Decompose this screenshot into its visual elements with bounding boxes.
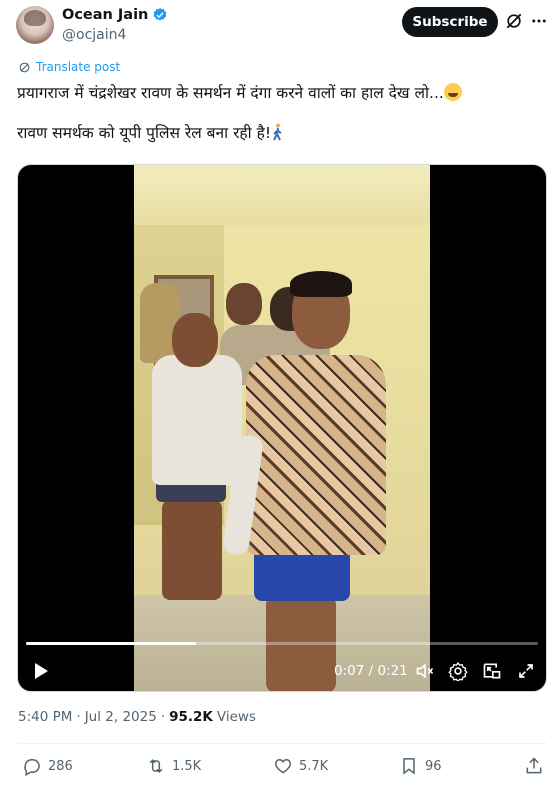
tweet-line-2-text: रावण समर्थक को यूपी पुलिस रेल बना रही है… — [17, 124, 272, 142]
video-player[interactable]: 0:07 / 0:21 — [17, 164, 547, 692]
sweat-smile-emoji-icon — [443, 83, 462, 101]
views-count: 95.2K — [169, 709, 213, 725]
like-count: 5.7K — [299, 758, 329, 774]
play-button[interactable] — [30, 659, 52, 683]
grok-icon[interactable] — [504, 11, 524, 31]
translate-label[interactable]: Translate post — [36, 60, 120, 74]
person-walking-emoji-icon — [273, 123, 282, 141]
tweet-line-1: प्रयागराज में चंद्रशेखर रावण के समर्थन म… — [17, 82, 542, 105]
divider — [17, 743, 547, 744]
share-icon — [526, 757, 542, 774]
views-label: Views — [216, 709, 256, 725]
bookmark-count: 96 — [425, 758, 442, 774]
translate-post-link[interactable]: Translate post — [18, 60, 120, 74]
like-button[interactable]: 5.7K — [273, 755, 328, 777]
post-time[interactable]: 5:40 PM — [18, 709, 72, 725]
mute-button[interactable] — [414, 659, 436, 683]
mute-icon — [416, 663, 434, 679]
user-handle[interactable]: @ocjain4 — [62, 27, 126, 43]
display-name-text[interactable]: Ocean Jain — [62, 7, 148, 23]
bookmark-icon — [403, 758, 415, 775]
video-time: 0:07 / 0:21 — [334, 663, 408, 679]
more-icon[interactable] — [530, 12, 548, 30]
video-frame — [134, 165, 430, 691]
reply-button[interactable]: 286 — [22, 755, 73, 777]
display-name[interactable]: Ocean Jain — [62, 7, 168, 23]
pip-button[interactable] — [481, 659, 503, 683]
tweet-line-1-text: प्रयागराज में चंद्रशेखर रावण के समर्थन म… — [17, 84, 444, 102]
fullscreen-button[interactable] — [515, 659, 537, 683]
pip-icon — [483, 663, 501, 679]
post-meta: 5:40 PM · Jul 2, 2025 · 95.2K Views — [18, 709, 256, 725]
meta-separator-2: · — [160, 709, 166, 725]
reply-icon — [24, 759, 40, 776]
retweet-count: 1.5K — [172, 758, 202, 774]
translate-icon — [19, 62, 30, 72]
heart-icon — [275, 758, 291, 774]
avatar[interactable] — [16, 6, 54, 44]
settings-icon — [448, 662, 468, 681]
retweet-button[interactable]: 1.5K — [146, 755, 201, 777]
tweet-text: प्रयागराज में चंद्रशेखर रावण के समर्थन म… — [17, 82, 542, 162]
post-date[interactable]: Jul 2, 2025 — [85, 709, 157, 725]
verified-badge-icon — [153, 8, 167, 21]
fullscreen-icon — [519, 664, 533, 678]
reply-count: 286 — [48, 758, 73, 774]
play-icon — [35, 663, 48, 679]
video-progress-fill — [26, 642, 197, 645]
video-progress-bar[interactable] — [26, 642, 538, 645]
retweet-icon — [149, 759, 163, 773]
tweet-line-2: रावण समर्थक को यूपी पुलिस रेल बना रही है… — [17, 122, 542, 145]
share-button[interactable] — [524, 755, 544, 777]
subscribe-button[interactable]: Subscribe — [402, 7, 498, 37]
bookmark-button[interactable]: 96 — [399, 755, 442, 777]
meta-separator: · — [76, 709, 81, 725]
settings-button[interactable] — [447, 659, 469, 683]
